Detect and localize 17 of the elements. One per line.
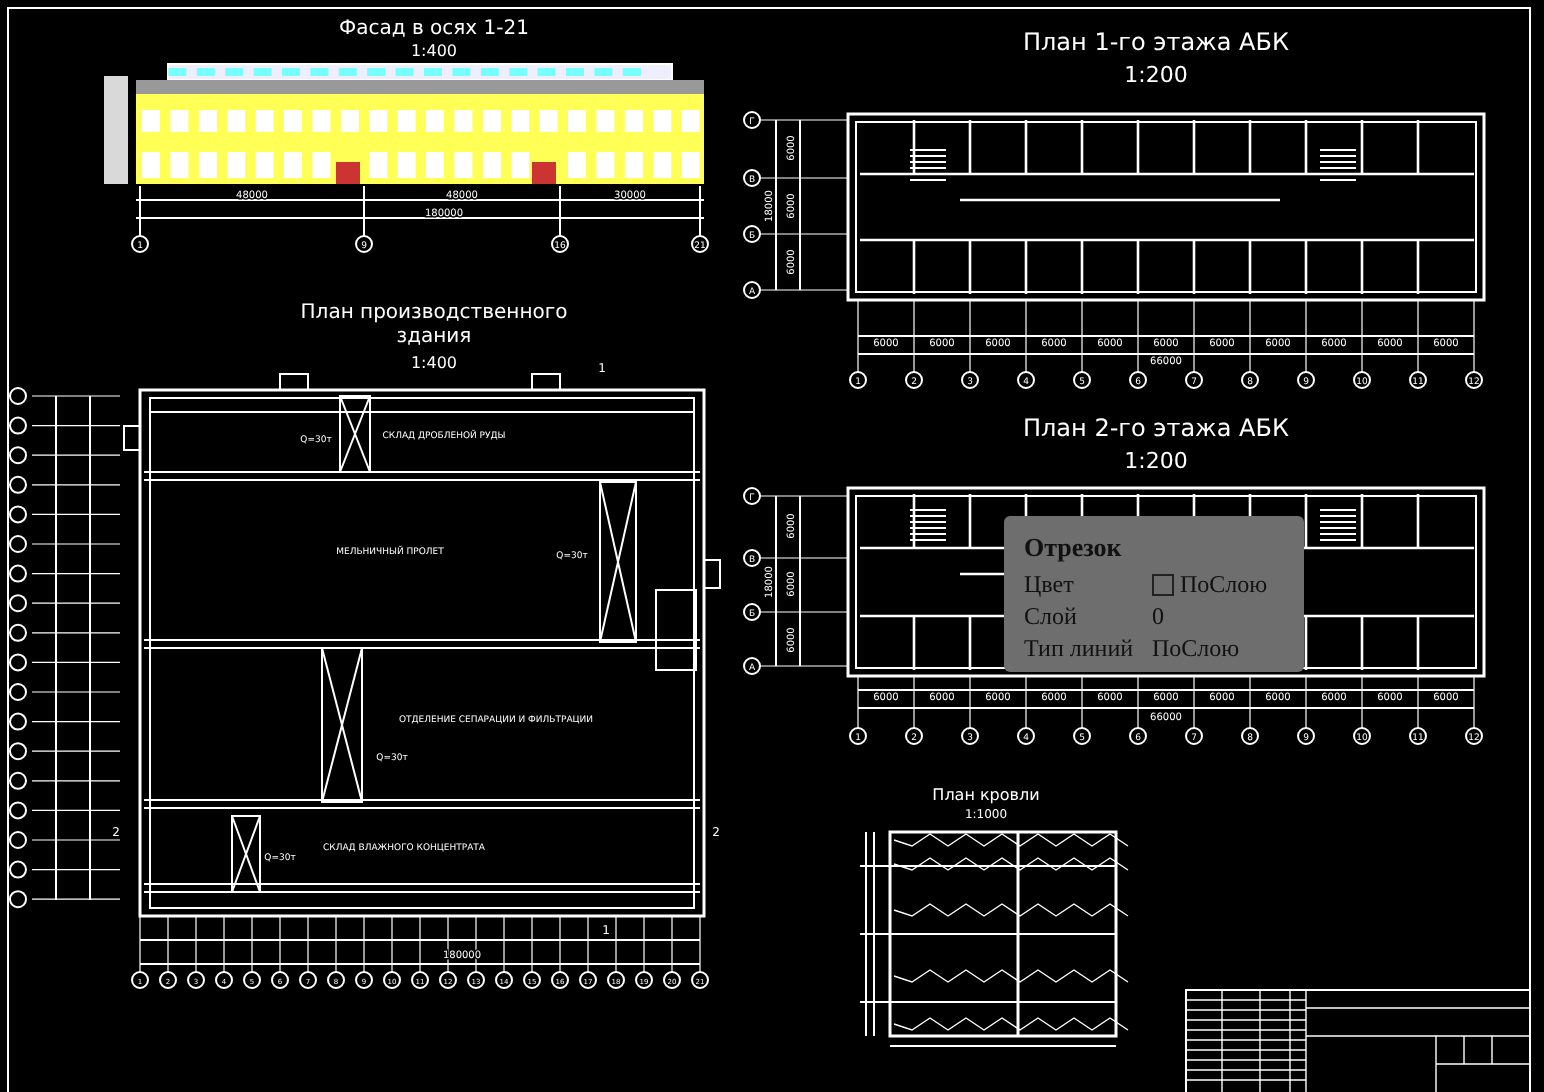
plan-scale: 1:200	[1124, 448, 1188, 474]
plan-title: здания	[396, 326, 472, 348]
facade-scale: 1:400	[410, 42, 458, 60]
property-value: 0	[1152, 601, 1164, 631]
property-value: ПоСлою	[1152, 633, 1240, 663]
property-value: ПоСлою	[1180, 569, 1268, 599]
plan-title: План 1-го этажа АБК	[1023, 28, 1289, 56]
property-label: Слой	[1024, 601, 1079, 631]
plan-scale: 1:200	[1124, 62, 1188, 88]
plan-scale: 1:400	[410, 354, 458, 372]
plan-title: План 2-го этажа АБК	[1023, 414, 1289, 442]
facade-title: Фасад в осях 1-21	[339, 18, 529, 40]
plan-title: План кровли	[932, 786, 1040, 804]
plan-title: План производственного	[300, 302, 568, 324]
property-label: Цвет	[1024, 569, 1076, 599]
property-label: Тип линий	[1024, 633, 1136, 663]
tooltip-title: Отрезок	[1024, 532, 1124, 564]
